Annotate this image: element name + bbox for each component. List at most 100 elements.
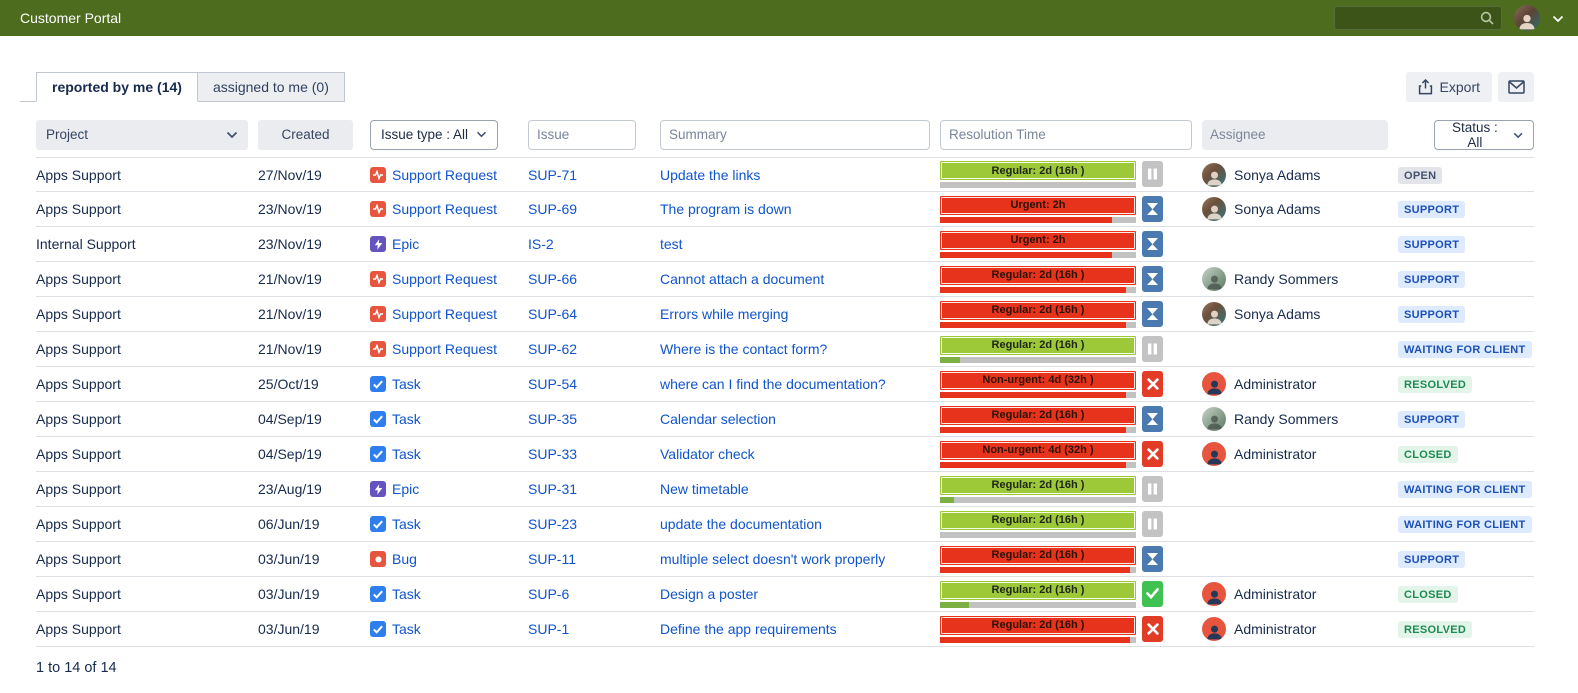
issue-summary-link[interactable]: update the documentation [660, 516, 822, 532]
sla-label: Regular: 2d (16h ) [992, 409, 1085, 421]
issue-type-link[interactable]: Task [392, 446, 421, 462]
assignee-filter-input[interactable] [1202, 120, 1388, 150]
sla-label: Regular: 2d (16h ) [992, 339, 1085, 351]
issue-summary-link[interactable]: Design a poster [660, 586, 758, 602]
sla-progress-track [940, 217, 1136, 223]
search-icon [1479, 10, 1495, 26]
created-cell: 23/Aug/19 [258, 481, 360, 497]
issue-type-link[interactable]: Bug [392, 551, 417, 567]
sla-progress-track [940, 497, 1136, 503]
issue-type-link[interactable]: Task [392, 376, 421, 392]
subscribe-mail-button[interactable] [1498, 72, 1534, 102]
issue-type-link[interactable]: Task [392, 411, 421, 427]
sla-progress-track [940, 322, 1136, 328]
tab-reported-by-me[interactable]: reported by me (14) [36, 72, 198, 102]
table-row[interactable]: Apps Support 21/Nov/19 Support Request S… [36, 297, 1534, 332]
created-cell: 04/Sep/19 [258, 446, 360, 462]
issue-key-link[interactable]: SUP-62 [528, 341, 577, 357]
export-button[interactable]: Export [1406, 72, 1492, 102]
project-cell: Apps Support [36, 306, 248, 322]
issue-summary-link[interactable]: Define the app requirements [660, 621, 837, 637]
sla-label: Urgent: 2h [1011, 234, 1066, 246]
table-row[interactable]: Apps Support 04/Sep/19 Task SUP-35 Calen… [36, 402, 1534, 437]
assignee-avatar [1202, 302, 1226, 326]
sla-progress-fill [940, 252, 1112, 258]
person-icon [1205, 587, 1224, 606]
table-row[interactable]: Apps Support 23/Aug/19 Epic SUP-31 New t… [36, 472, 1534, 507]
issue-summary-link[interactable]: Validator check [660, 446, 755, 462]
issue-type-icon [370, 621, 386, 637]
issue-type-link[interactable]: Support Request [392, 306, 497, 322]
issue-type-link[interactable]: Task [392, 516, 421, 532]
issue-key-link[interactable]: IS-2 [528, 236, 554, 252]
table-row[interactable]: Apps Support 04/Sep/19 Task SUP-33 Valid… [36, 437, 1534, 472]
table-row[interactable]: Apps Support 06/Jun/19 Task SUP-23 updat… [36, 507, 1534, 542]
issue-key-link[interactable]: SUP-54 [528, 376, 577, 392]
table-row[interactable]: Internal Support 23/Nov/19 Epic IS-2 tes… [36, 227, 1534, 262]
table-row[interactable]: Apps Support 27/Nov/19 Support Request S… [36, 157, 1534, 192]
issue-key-link[interactable]: SUP-69 [528, 201, 577, 217]
issue-key-link[interactable]: SUP-35 [528, 411, 577, 427]
sla-bar: Regular: 2d (16h ) [940, 616, 1136, 635]
table-row[interactable]: Apps Support 21/Nov/19 Support Request S… [36, 332, 1534, 367]
resolution-time-filter-input[interactable] [940, 120, 1192, 150]
issue-type-link[interactable]: Epic [392, 236, 419, 252]
header-search[interactable] [1334, 6, 1502, 30]
issue-type-link[interactable]: Epic [392, 481, 419, 497]
issue-summary-link[interactable]: where can I find the documentation? [660, 376, 886, 392]
status-badge: SUPPORT [1398, 271, 1465, 288]
issue-summary-link[interactable]: test [660, 236, 683, 252]
issue-key-link[interactable]: SUP-11 [528, 551, 576, 567]
created-cell: 25/Oct/19 [258, 376, 360, 392]
app-title: Customer Portal [20, 10, 121, 26]
search-input[interactable] [1341, 11, 1479, 26]
tab-bar: reported by me (14) assigned to me (0) [20, 72, 345, 102]
issue-filter-input[interactable] [528, 120, 636, 150]
issue-type-filter[interactable]: Issue type : All [370, 120, 498, 150]
user-menu-chevron-icon[interactable] [1552, 10, 1564, 26]
table-row[interactable]: Apps Support 25/Oct/19 Task SUP-54 where… [36, 367, 1534, 402]
sla-progress-fill [940, 322, 1126, 328]
issue-type-link[interactable]: Support Request [392, 341, 497, 357]
issue-summary-link[interactable]: multiple select doesn't work properly [660, 551, 885, 567]
issue-summary-link[interactable]: The program is down [660, 201, 792, 217]
status-filter[interactable]: Status : All [1434, 120, 1534, 150]
issue-type-link[interactable]: Support Request [392, 201, 497, 217]
issue-table: Apps Support 27/Nov/19 Support Request S… [36, 157, 1534, 647]
user-avatar[interactable] [1514, 5, 1540, 31]
issue-summary-link[interactable]: Cannot attach a document [660, 271, 824, 287]
issue-summary-link[interactable]: Errors while merging [660, 306, 788, 322]
issue-key-link[interactable]: SUP-1 [528, 621, 569, 637]
issue-type-link[interactable]: Support Request [392, 271, 497, 287]
issue-summary-link[interactable]: Calendar selection [660, 411, 776, 427]
assignee-cell: Administrator [1202, 617, 1388, 641]
mail-icon [1508, 80, 1525, 94]
issue-key-link[interactable]: SUP-64 [528, 306, 577, 322]
created-column-header[interactable]: Created [258, 120, 353, 150]
resolution-time-cell: Urgent: 2h [940, 231, 1192, 258]
table-row[interactable]: Apps Support 23/Nov/19 Support Request S… [36, 192, 1534, 227]
issue-key-link[interactable]: SUP-31 [528, 481, 577, 497]
sla-status-icon [1142, 231, 1163, 257]
issue-summary-link[interactable]: Update the links [660, 167, 760, 183]
issue-type-link[interactable]: Support Request [392, 167, 497, 183]
status-badge: OPEN [1398, 167, 1442, 184]
table-row[interactable]: Apps Support 03/Jun/19 Bug SUP-11 multip… [36, 542, 1534, 577]
issue-key-link[interactable]: SUP-66 [528, 271, 577, 287]
issue-key-link[interactable]: SUP-23 [528, 516, 577, 532]
summary-filter-input[interactable] [660, 120, 930, 150]
table-row[interactable]: Apps Support 21/Nov/19 Support Request S… [36, 262, 1534, 297]
issue-summary-link[interactable]: Where is the contact form? [660, 341, 827, 357]
tab-assigned-to-me[interactable]: assigned to me (0) [198, 72, 345, 102]
issue-key-link[interactable]: SUP-71 [528, 167, 577, 183]
issue-key-link[interactable]: SUP-33 [528, 446, 577, 462]
table-row[interactable]: Apps Support 03/Jun/19 Task SUP-6 Design… [36, 577, 1534, 612]
project-filter[interactable]: Project [36, 120, 248, 150]
issue-summary-link[interactable]: New timetable [660, 481, 749, 497]
issue-type-link[interactable]: Task [392, 621, 421, 637]
issue-key-link[interactable]: SUP-6 [528, 586, 569, 602]
issue-type-link[interactable]: Task [392, 586, 421, 602]
issue-type-icon [370, 376, 386, 392]
sla-progress-fill [940, 287, 1126, 293]
table-row[interactable]: Apps Support 03/Jun/19 Task SUP-1 Define… [36, 612, 1534, 647]
